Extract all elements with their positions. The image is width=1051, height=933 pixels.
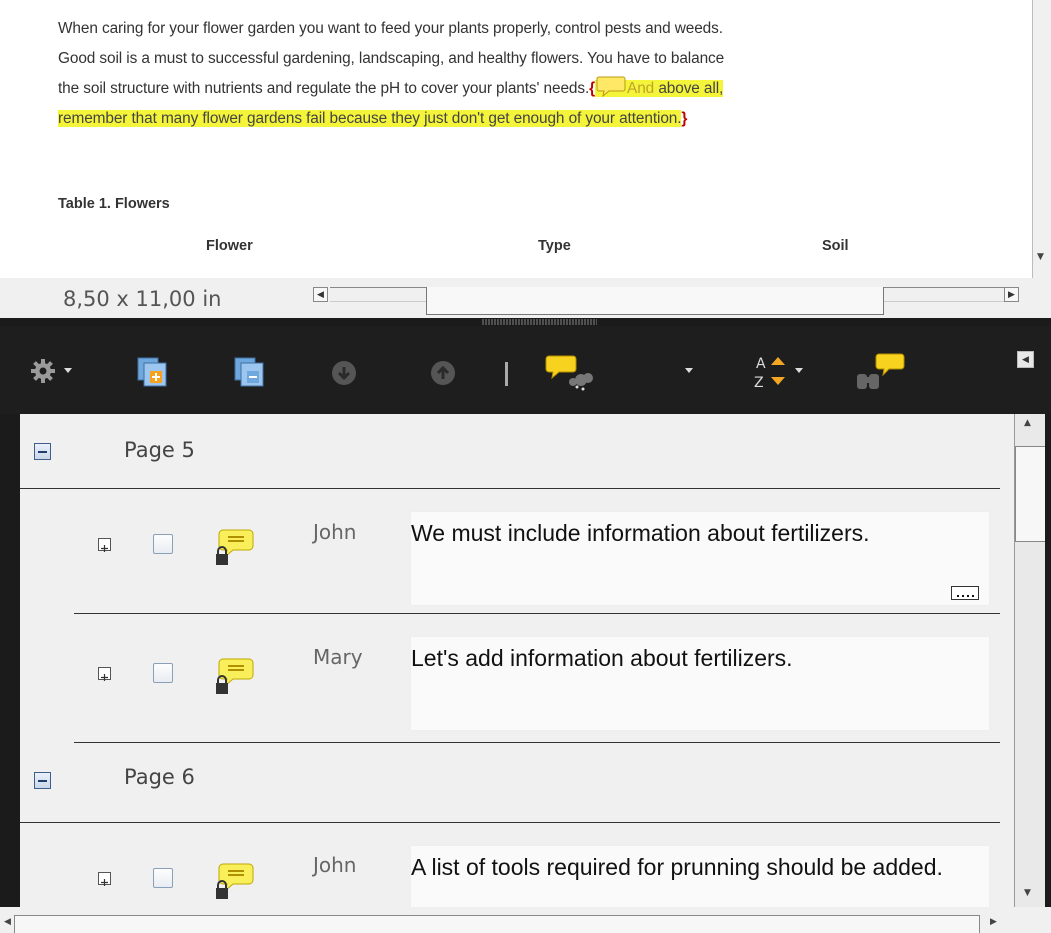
page-group-label: Page 5: [124, 438, 195, 462]
locked-comment-icon: [213, 526, 257, 572]
table-header-flower: Flower: [206, 238, 253, 254]
comments-vertical-scrollbar[interactable]: ▲ ▼: [1014, 414, 1045, 907]
document-horizontal-scroll-thumb[interactable]: [426, 287, 884, 315]
sort-button[interactable]: AZ: [752, 353, 794, 395]
scroll-right-arrow-icon[interactable]: ▶: [990, 917, 997, 927]
comment-checkbox[interactable]: [153, 663, 173, 683]
arrow-up-circle-icon: [431, 361, 455, 385]
collapse-group-button[interactable]: [34, 772, 51, 789]
plus-icon: [101, 545, 108, 552]
svg-text:Z: Z: [754, 375, 764, 391]
comment-author: John: [313, 853, 357, 877]
comment-checkbox[interactable]: [153, 534, 173, 554]
expand-replies-button[interactable]: [98, 538, 111, 552]
comment-text: A list of tools required for prunning sh…: [411, 854, 943, 880]
highlighted-word: And: [627, 80, 655, 97]
scroll-up-arrow-icon[interactable]: ▲: [1024, 418, 1031, 428]
settings-dropdown-caret[interactable]: [64, 368, 72, 373]
collapse-all-button[interactable]: [233, 356, 267, 392]
scroll-down-arrow-icon[interactable]: ▼: [1024, 888, 1031, 898]
scroll-right-button[interactable]: ▶: [1004, 287, 1019, 302]
expand-replies-button[interactable]: [98, 872, 111, 886]
scroll-right-arrow-icon: ▶: [1008, 289, 1015, 300]
comment-text: We must include information about fertil…: [411, 520, 870, 546]
scroll-left-button[interactable]: ◀: [313, 287, 328, 302]
scroll-left-arrow-icon[interactable]: ◀: [4, 917, 11, 927]
minus-icon: [38, 451, 47, 453]
comment-author: Mary: [313, 645, 363, 669]
next-comment-button[interactable]: [331, 360, 357, 390]
show-dropdown-caret[interactable]: [685, 368, 693, 373]
svg-text:A: A: [756, 356, 766, 372]
annotation-brace-close: }: [681, 110, 688, 127]
collapse-group-button[interactable]: [34, 443, 51, 460]
scroll-left-arrow-icon: ◀: [317, 289, 324, 300]
comments-toolbar: AZ ◀: [0, 326, 1051, 414]
plain-text: the soil structure with nutrients and re…: [58, 80, 590, 97]
locked-comment-icon: [213, 860, 257, 906]
comment-text: Let's add information about fertilizers.: [411, 645, 793, 671]
document-vertical-scrollbar[interactable]: ▼: [1032, 0, 1051, 278]
comment-filter-icon: [545, 355, 593, 391]
binoculars-icon: [857, 353, 905, 389]
comments-horizontal-scrollbar[interactable]: ◀ ▶: [0, 907, 1051, 933]
expand-replies-button[interactable]: [98, 667, 111, 681]
find-comment-button[interactable]: [855, 352, 907, 396]
collapse-panel-button[interactable]: ◀: [1017, 351, 1034, 368]
page-size-label: 8,50 x 11,00 in: [63, 287, 222, 311]
plus-icon: [101, 674, 108, 681]
add-page-icon: [137, 357, 167, 387]
comments-scroll-thumb[interactable]: [1015, 446, 1045, 542]
scroll-down-arrow-icon[interactable]: ▼: [1037, 252, 1044, 262]
table-header-type: Type: [538, 238, 571, 254]
locked-comment-icon: [213, 655, 257, 701]
ellipsis-icon: [957, 595, 974, 597]
comment-checkbox[interactable]: [153, 868, 173, 888]
page-group-header[interactable]: Page 6: [20, 743, 1014, 821]
comments-hscroll-thumb[interactable]: [14, 915, 980, 933]
plus-icon: [101, 879, 108, 886]
comment-item[interactable]: John We must include information about f…: [20, 489, 1014, 613]
comments-list: Page 5 John We must include information …: [20, 414, 1014, 933]
page-group-label: Page 6: [124, 765, 195, 789]
document-page: When caring for your flower garden you w…: [0, 0, 1032, 278]
document-paragraph: When caring for your flower garden you w…: [58, 14, 1032, 134]
highlighted-text: And above all,: [595, 76, 724, 98]
settings-gear-button[interactable]: [30, 357, 60, 389]
minus-icon: [38, 780, 47, 782]
comment-text-box[interactable]: Let's add information about fertilizers.: [410, 636, 990, 731]
sort-az-icon: AZ: [754, 356, 785, 391]
paragraph-line-3: the soil structure with nutrients and re…: [58, 74, 1032, 104]
expand-all-button[interactable]: [136, 356, 170, 392]
show-filter-button[interactable]: [543, 354, 599, 398]
comment-text-box[interactable]: We must include information about fertil…: [410, 511, 990, 606]
highlighted-continuation: above all,: [654, 80, 724, 97]
table-header-soil: Soil: [822, 238, 849, 254]
arrow-down-circle-icon: [332, 361, 356, 385]
paragraph-line-1: When caring for your flower garden you w…: [58, 20, 723, 37]
paragraph-line-2: Good soil is a must to successful garden…: [58, 50, 725, 67]
highlighted-text-2: remember that many flower gardens fail b…: [58, 110, 682, 127]
comment-author: John: [313, 520, 357, 544]
remove-page-icon: [234, 357, 264, 387]
paragraph-line-4: remember that many flower gardens fail b…: [58, 104, 1032, 134]
more-text-button[interactable]: [951, 586, 979, 600]
gear-icon: [31, 359, 55, 383]
comment-item[interactable]: Mary Let's add information about fertili…: [20, 614, 1014, 742]
comment-marker-icon[interactable]: [596, 75, 626, 98]
page-group-header[interactable]: Page 5: [20, 414, 1014, 488]
triangle-left-icon: ◀: [1022, 354, 1029, 365]
panel-resize-grip[interactable]: [482, 319, 597, 325]
previous-comment-button[interactable]: [430, 360, 456, 390]
toolbar-separator: [505, 362, 508, 386]
sort-dropdown-caret[interactable]: [795, 368, 803, 373]
table-title: Table 1. Flowers: [58, 196, 170, 212]
